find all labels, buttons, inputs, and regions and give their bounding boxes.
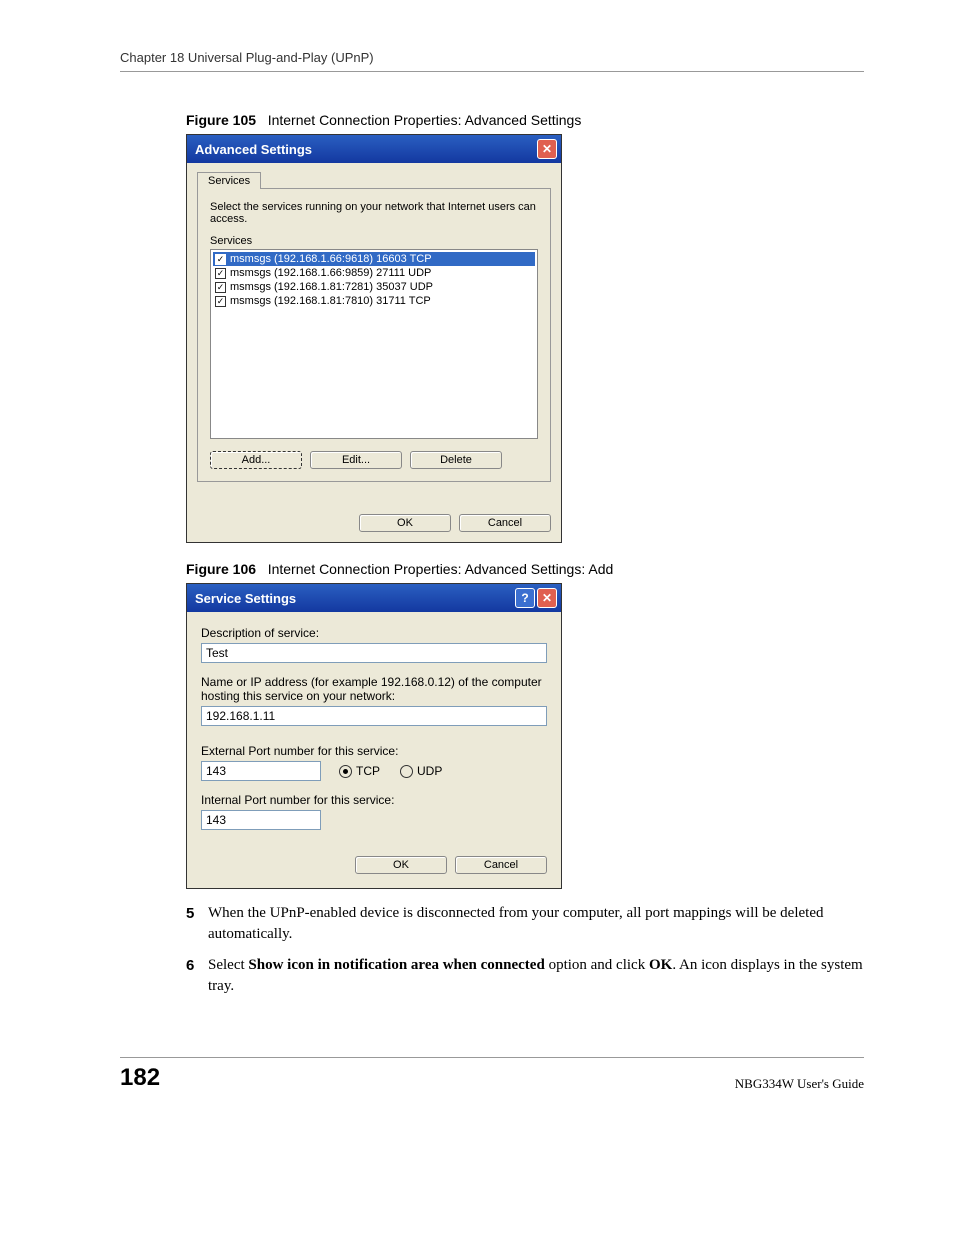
bold-text: OK (649, 957, 672, 973)
udp-radio[interactable]: UDP (400, 764, 442, 778)
description-input[interactable] (201, 643, 547, 663)
udp-label: UDP (417, 764, 442, 778)
advanced-settings-dialog: Advanced Settings ✕ Services Select the … (186, 134, 562, 543)
service-item-label: msmsgs (192.168.1.66:9618) 16603 TCP (230, 253, 432, 265)
chapter-header: Chapter 18 Universal Plug-and-Play (UPnP… (120, 50, 864, 72)
tcp-radio[interactable]: TCP (339, 764, 380, 778)
external-port-input[interactable] (201, 761, 321, 781)
help-icon[interactable]: ? (515, 588, 535, 608)
ok-button[interactable]: OK (355, 856, 447, 874)
checkbox-icon[interactable]: ✓ (215, 254, 226, 265)
service-settings-titlebar[interactable]: Service Settings ? ✕ (187, 584, 561, 612)
radio-icon (400, 765, 413, 778)
step-text: Select Show icon in notification area wh… (208, 955, 864, 997)
step-list: 5 When the UPnP-enabled device is discon… (186, 903, 864, 997)
description-label: Description of service: (201, 626, 547, 640)
host-label: Name or IP address (for example 192.168.… (201, 675, 547, 703)
figure-105-caption: Figure 105 Internet Connection Propertie… (186, 112, 864, 128)
figure-105-title: Internet Connection Properties: Advanced… (268, 112, 582, 128)
services-label: Services (210, 235, 538, 247)
step-text: When the UPnP-enabled device is disconne… (208, 903, 864, 945)
host-input[interactable] (201, 706, 547, 726)
services-description: Select the services running on your netw… (210, 201, 538, 225)
close-icon[interactable]: ✕ (537, 588, 557, 608)
checkbox-icon[interactable]: ✓ (215, 268, 226, 279)
step-number: 6 (186, 955, 208, 997)
external-port-label: External Port number for this service: (201, 744, 547, 758)
service-item[interactable]: ✓ msmsgs (192.168.1.81:7281) 35037 UDP (213, 280, 535, 294)
figure-106-title: Internet Connection Properties: Advanced… (268, 561, 614, 577)
delete-button[interactable]: Delete (410, 451, 502, 469)
tcp-label: TCP (356, 764, 380, 778)
service-item[interactable]: ✓ msmsgs (192.168.1.66:9618) 16603 TCP (213, 252, 535, 266)
text: option and click (545, 957, 649, 973)
service-item-label: msmsgs (192.168.1.81:7281) 35037 UDP (230, 281, 433, 293)
tab-services[interactable]: Services (197, 172, 261, 189)
page-number: 182 (120, 1064, 160, 1092)
service-item[interactable]: ✓ msmsgs (192.168.1.81:7810) 31711 TCP (213, 294, 535, 308)
page-footer: 182 NBG334W User's Guide (120, 1057, 864, 1092)
dialog-title: Advanced Settings (195, 142, 312, 157)
checkbox-icon[interactable]: ✓ (215, 282, 226, 293)
cancel-button[interactable]: Cancel (455, 856, 547, 874)
text: Select (208, 957, 248, 973)
guide-name: NBG334W User's Guide (735, 1076, 864, 1092)
checkbox-icon[interactable]: ✓ (215, 296, 226, 307)
step-6: 6 Select Show icon in notification area … (186, 955, 864, 997)
dialog-title: Service Settings (195, 591, 296, 606)
step-number: 5 (186, 903, 208, 945)
bold-text: Show icon in notification area when conn… (248, 957, 544, 973)
figure-105-label: Figure 105 (186, 112, 256, 128)
figure-106-caption: Figure 106 Internet Connection Propertie… (186, 561, 864, 577)
services-listbox[interactable]: ✓ msmsgs (192.168.1.66:9618) 16603 TCP ✓ ms… (210, 249, 538, 439)
service-item-label: msmsgs (192.168.1.66:9859) 27111 UDP (230, 267, 431, 279)
add-button[interactable]: Add... (210, 451, 302, 469)
step-5: 5 When the UPnP-enabled device is discon… (186, 903, 864, 945)
close-icon[interactable]: ✕ (537, 139, 557, 159)
service-settings-dialog: Service Settings ? ✕ Description of serv… (186, 583, 562, 889)
radio-icon (339, 765, 352, 778)
service-item[interactable]: ✓ msmsgs (192.168.1.66:9859) 27111 UDP (213, 266, 535, 280)
advanced-settings-titlebar[interactable]: Advanced Settings ✕ (187, 135, 561, 163)
edit-button[interactable]: Edit... (310, 451, 402, 469)
internal-port-input[interactable] (201, 810, 321, 830)
service-item-label: msmsgs (192.168.1.81:7810) 31711 TCP (230, 295, 431, 307)
internal-port-label: Internal Port number for this service: (201, 793, 547, 807)
cancel-button[interactable]: Cancel (459, 514, 551, 532)
figure-106-label: Figure 106 (186, 561, 256, 577)
ok-button[interactable]: OK (359, 514, 451, 532)
